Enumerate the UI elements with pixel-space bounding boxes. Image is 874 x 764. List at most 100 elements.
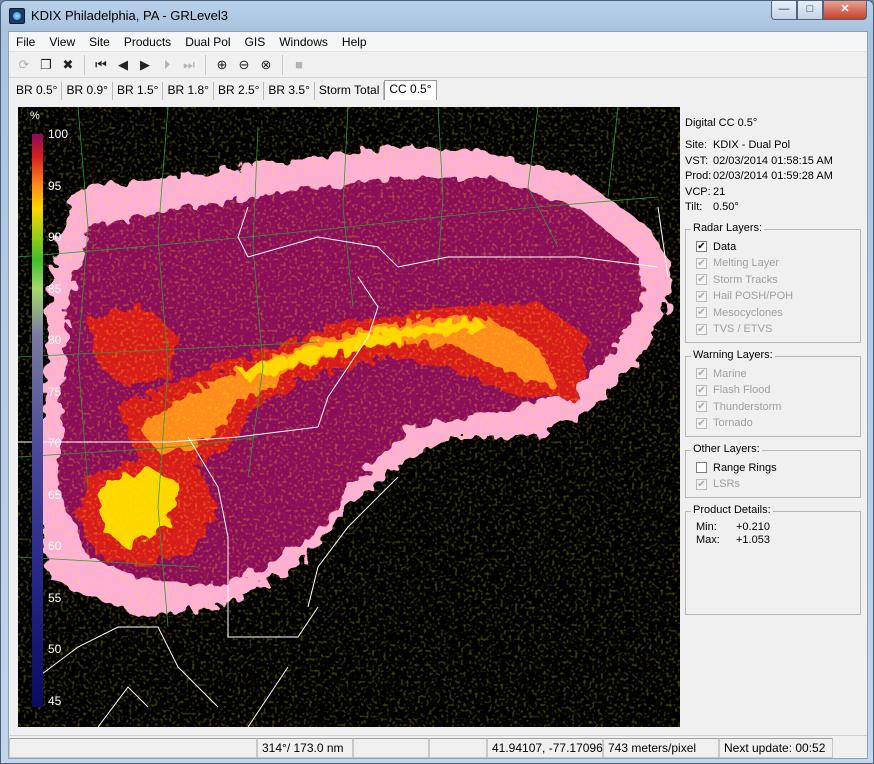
radar-layers-title: Radar Layers: — [691, 221, 765, 234]
legend-colorbar — [32, 134, 43, 707]
tab-br-2-5-[interactable]: BR 2.5° — [214, 82, 265, 100]
status-azimuth-range: 314°/ 173.0 nm — [257, 738, 353, 758]
checkbox-box[interactable]: ✔ — [696, 290, 707, 302]
checkbox-label: TVS / ETVS — [713, 323, 773, 336]
checkbox-box[interactable]: ✔ — [696, 384, 707, 396]
checkbox-box[interactable]: ✔ — [696, 368, 707, 380]
legend-tick-label: 95 — [48, 178, 62, 193]
detail-max-value: +1.053 — [736, 533, 770, 546]
legend-tick-label: 80 — [48, 333, 62, 347]
layer-flash-flood-checkbox[interactable]: ✔ Flash Flood — [696, 382, 854, 399]
checkbox-box[interactable]: ✔ — [696, 241, 707, 253]
layer-tornado-checkbox[interactable]: ✔ Tornado — [696, 415, 854, 432]
layer-mesocyclones-checkbox[interactable]: ✔ Mesocyclones — [696, 305, 854, 322]
detail-min: Min: +0.210 — [696, 521, 854, 534]
menu-site[interactable]: Site — [82, 32, 117, 52]
cc-color-legend: % 100 95 90 85 80 75 70 65 60 55 50 45 — [28, 107, 68, 727]
info-label: VST: — [685, 154, 709, 167]
menu-view[interactable]: View — [42, 32, 82, 52]
layer-melting-layer-checkbox[interactable]: ✔ Melting Layer — [696, 255, 854, 272]
info-vst: VST: 02/03/2014 01:58:15 AM — [685, 154, 861, 170]
layer-lsrs-checkbox[interactable]: ✔ LSRs — [696, 476, 854, 493]
checkbox-box[interactable]: ✔ — [696, 417, 707, 429]
menu-help[interactable]: Help — [335, 32, 374, 52]
checkbox-label: Mesocyclones — [713, 306, 783, 319]
checkbox-label: Hail POSH/POH — [713, 290, 794, 303]
status-cell-1 — [9, 738, 257, 758]
layer-marine-checkbox[interactable]: ✔ Marine — [696, 366, 854, 383]
close-button[interactable]: ✕ — [823, 1, 867, 20]
checkbox-box[interactable]: ✔ — [696, 323, 707, 335]
menu-products[interactable]: Products — [117, 32, 178, 52]
layer-hail-posh-poh-checkbox[interactable]: ✔ Hail POSH/POH — [696, 288, 854, 305]
radar-app-icon — [9, 8, 25, 24]
checkbox-box[interactable]: ✔ — [696, 307, 707, 319]
tab-cc-0-5-[interactable]: CC 0.5° — [384, 80, 437, 100]
checkbox-box[interactable] — [696, 462, 707, 474]
first-frame-icon[interactable]: ⏮ — [90, 54, 112, 76]
status-coordinates: 41.94107, -77.17096 — [487, 738, 603, 758]
step-back-icon[interactable]: ◀ — [112, 54, 134, 76]
tab-storm-total[interactable]: Storm Total — [315, 82, 385, 100]
menu-windows[interactable]: Windows — [272, 32, 335, 52]
layer-tvs-etvs-checkbox[interactable]: ✔ TVS / ETVS — [696, 321, 854, 338]
step-forward-icon[interactable]: ⏵ — [156, 54, 178, 76]
reload-icon[interactable]: ⟳ — [13, 54, 35, 76]
title-bar[interactable]: KDIX Philadelphia, PA - GRLevel3 — □ ✕ — [1, 1, 873, 31]
maximize-button[interactable]: □ — [797, 1, 823, 20]
zoom-in-icon[interactable]: ⊕ — [211, 54, 233, 76]
checkbox-box[interactable]: ✔ — [696, 478, 707, 490]
radar-view[interactable]: % 100 95 90 85 80 75 70 65 60 55 50 45 — [18, 107, 680, 727]
product-title: Digital CC 0.5° — [685, 117, 758, 129]
layer-storm-tracks-checkbox[interactable]: ✔ Storm Tracks — [696, 272, 854, 289]
checkbox-box[interactable]: ✔ — [696, 401, 707, 413]
product-info: Site: KDIX - Dual Pol VST: 02/03/2014 01:58… — [685, 138, 861, 216]
detail-min-label: Min: — [696, 520, 717, 533]
info-site: Site: KDIX - Dual Pol — [685, 138, 861, 154]
tab-br-0-5-[interactable]: BR 0.5° — [12, 82, 63, 100]
status-cell-4 — [429, 738, 487, 758]
checkbox-label: Range Rings — [713, 461, 777, 474]
legend-tick-label: 75 — [48, 384, 62, 399]
checkbox-box[interactable]: ✔ — [696, 274, 707, 286]
info-label: VCP: — [685, 185, 711, 198]
tab-br-1-8-[interactable]: BR 1.8° — [163, 82, 214, 100]
info-label: Tilt: — [685, 201, 703, 213]
layer-range-rings-checkbox[interactable]: Range Rings — [696, 460, 854, 477]
legend-tick-label: 85 — [48, 281, 62, 296]
tab-br-1-5-[interactable]: BR 1.5° — [113, 82, 164, 100]
menu-gis[interactable]: GIS — [238, 32, 273, 52]
layer-thunderstorm-checkbox[interactable]: ✔ Thunderstorm — [696, 399, 854, 416]
info-panel: Digital CC 0.5° Site: KDIX - Dual Pol VST:… — [685, 107, 861, 727]
checkbox-box[interactable]: ✔ — [696, 257, 707, 269]
legend-tick-label: 55 — [48, 590, 62, 605]
tab-br-0-9-[interactable]: BR 0.9° — [62, 82, 113, 100]
cc-speckle — [18, 107, 680, 727]
delete-icon[interactable]: ✖ — [57, 54, 79, 76]
legend-tick-label: 50 — [48, 642, 62, 656]
other-layers-title: Other Layers: — [691, 442, 762, 455]
menu-file[interactable]: File — [9, 32, 42, 52]
menu-bar: File View Site Products Dual Pol GIS Windows He… — [9, 32, 867, 52]
info-prod: Prod: 02/03/2014 01:59:28 AM — [685, 169, 861, 185]
detail-min-value: +0.210 — [736, 520, 770, 533]
minimize-button[interactable]: — — [771, 1, 797, 20]
zoom-reset-icon[interactable]: ⊗ — [255, 54, 277, 76]
info-value: KDIX - Dual Pol — [713, 139, 791, 151]
checkbox-label: Storm Tracks — [713, 273, 778, 286]
radar-layers-group: Radar Layers: ✔ Data ✔ Melting Layer ✔ Storm … — [685, 221, 861, 343]
info-label: Site: — [685, 139, 708, 151]
legend-tick-label: 60 — [48, 539, 62, 553]
copy-icon[interactable]: ❐ — [35, 54, 57, 76]
layer-data-checkbox[interactable]: ✔ Data — [696, 239, 854, 256]
stop-icon[interactable]: ■ — [288, 54, 310, 76]
info-tilt: Tilt: 0.50° — [685, 200, 861, 216]
zoom-out-icon[interactable]: ⊖ — [233, 54, 255, 76]
tab-br-3-5-[interactable]: BR 3.5° — [264, 82, 315, 100]
menu-dual-pol[interactable]: Dual Pol — [178, 32, 237, 52]
checkbox-label: Flash Flood — [713, 384, 771, 397]
product-details-title: Product Details: — [691, 503, 773, 516]
play-icon[interactable]: ▶ — [134, 54, 156, 76]
app-window: KDIX Philadelphia, PA - GRLevel3 — □ ✕ F… — [0, 0, 874, 764]
last-frame-icon[interactable]: ⏭ — [178, 54, 200, 76]
